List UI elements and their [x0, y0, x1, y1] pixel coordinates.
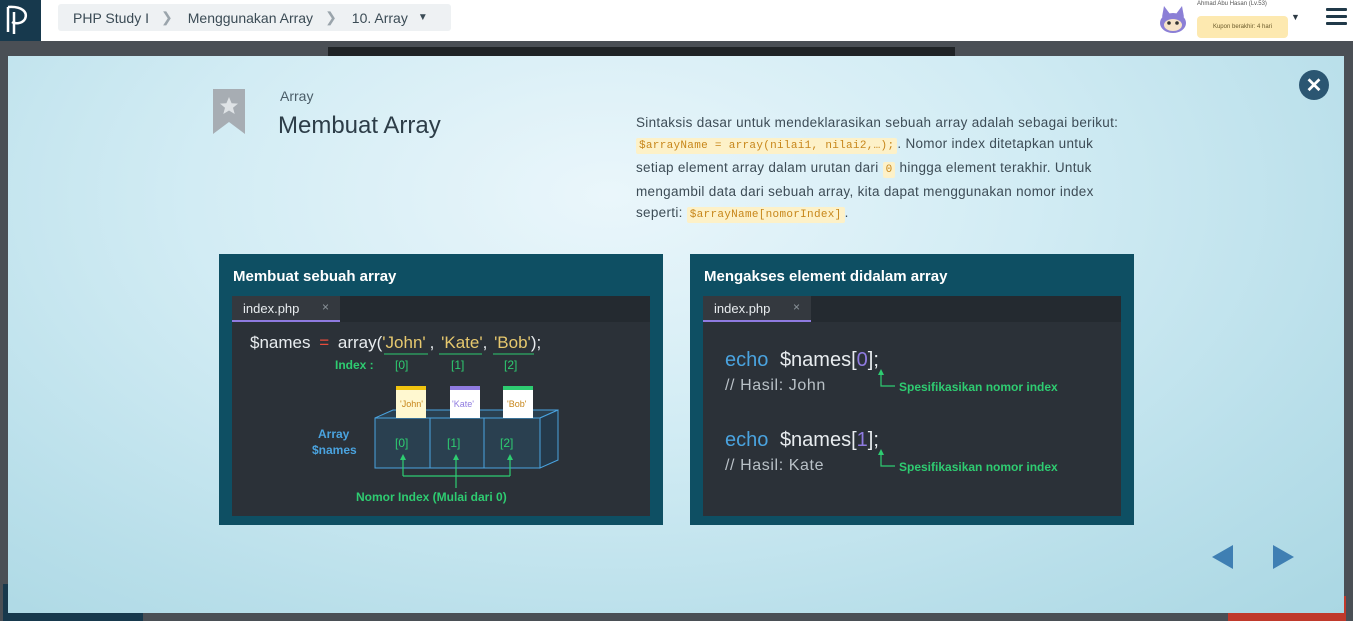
- index-note-1: Spesifikasikan nomor index: [899, 380, 1058, 394]
- breadcrumb-lesson[interactable]: 10. Array: [337, 10, 408, 26]
- index-0: [0]: [395, 358, 408, 372]
- lesson-modal: ✕ Array Membuat Array Sintaksis dasar un…: [8, 56, 1344, 613]
- code-index: 0: [857, 349, 868, 371]
- user-name: Ahmad Abu Hasan (Lv.53): [1197, 1, 1267, 7]
- code-value: 'Bob': [494, 333, 531, 352]
- box-index-1: [1]: [447, 436, 460, 450]
- index-note-2: Spesifikasikan nomor index: [899, 460, 1058, 474]
- caret-down-icon[interactable]: ▼: [408, 12, 428, 23]
- code-editor: index.php × $names = array('John', 'Kate…: [232, 296, 650, 516]
- card-kate: 'Kate': [452, 399, 474, 409]
- code-value: 'John': [382, 333, 425, 352]
- code-value: 'Kate': [441, 333, 482, 352]
- index-2: [2]: [504, 358, 517, 372]
- breadcrumb-section[interactable]: Menggunakan Array: [173, 10, 313, 26]
- code-snippet: $arrayName = array(nilai1, nilai2,…);: [636, 138, 898, 154]
- card-john: 'John': [400, 399, 423, 409]
- caret-down-icon[interactable]: ▼: [1291, 12, 1300, 22]
- code-line-1: echo $names[0];: [725, 349, 879, 371]
- breadcrumb: PHP Study I ❯ Menggunakan Array ❯ 10. Ar…: [58, 4, 451, 31]
- array-label: Array: [318, 427, 350, 441]
- code-editor: index.php × echo $names[0]; // Hasil: Jo…: [703, 296, 1121, 516]
- code-comment-1: // Hasil: John: [725, 377, 826, 394]
- panel-title: Mengakses element didalam array: [704, 268, 948, 285]
- lesson-category: Array: [280, 88, 314, 104]
- code-line: $names = array('John', 'Kate', 'Bob');: [250, 333, 541, 352]
- code-keyword: echo: [725, 349, 768, 371]
- description-text: Sintaksis dasar untuk mendeklarasikan se…: [636, 115, 1119, 130]
- code-end: );: [531, 333, 541, 352]
- array-var-label: $names: [312, 443, 357, 457]
- avatar-icon[interactable]: [1155, 3, 1191, 35]
- illustration-access-array: Mengakses element didalam array index.ph…: [690, 254, 1134, 525]
- code-eq: =: [319, 333, 329, 352]
- box-index-2: [2]: [500, 436, 513, 450]
- illustration-create-array: Membuat sebuah array index.php × $names …: [219, 254, 663, 525]
- box-index-0: [0]: [395, 436, 408, 450]
- next-arrow-icon[interactable]: [1273, 545, 1294, 569]
- code-var: $names: [250, 333, 310, 352]
- index-footer: Nomor Index (Mulai dari 0): [356, 490, 507, 504]
- code-var: $names: [780, 429, 851, 451]
- code-line-2: echo $names[1];: [725, 429, 879, 451]
- code-keyword: echo: [725, 429, 768, 451]
- code-var: $names: [780, 349, 851, 371]
- logo-icon[interactable]: [0, 0, 41, 41]
- code-snippet: $arrayName[nomorIndex]: [686, 207, 845, 223]
- lesson-title: Membuat Array: [278, 112, 441, 139]
- code-fn: array(: [338, 333, 383, 352]
- bookmark-star-icon[interactable]: [213, 89, 245, 134]
- code-comment-2: // Hasil: Kate: [725, 457, 824, 474]
- card-bob: 'Bob': [507, 399, 527, 409]
- lesson-description: Sintaksis dasar untuk mendeklarasikan se…: [636, 112, 1124, 226]
- description-text: .: [844, 205, 849, 220]
- coupon-badge: Kupon berakhir: 4 hari: [1197, 16, 1288, 38]
- chevron-right-icon: ❯: [325, 9, 337, 25]
- close-icon[interactable]: ✕: [1299, 70, 1329, 100]
- code-snippet: 0: [882, 162, 896, 178]
- chevron-right-icon: ❯: [161, 9, 173, 25]
- prev-arrow-icon[interactable]: [1212, 545, 1233, 569]
- index-1: [1]: [451, 358, 464, 372]
- hamburger-menu-icon[interactable]: [1326, 8, 1347, 28]
- index-label: Index :: [335, 358, 374, 372]
- breadcrumb-course[interactable]: PHP Study I: [58, 10, 149, 26]
- panel-title: Membuat sebuah array: [233, 268, 397, 285]
- top-bar: PHP Study I ❯ Menggunakan Array ❯ 10. Ar…: [0, 0, 1353, 41]
- code-index: 1: [857, 429, 868, 451]
- slide-navigation: [1209, 543, 1299, 573]
